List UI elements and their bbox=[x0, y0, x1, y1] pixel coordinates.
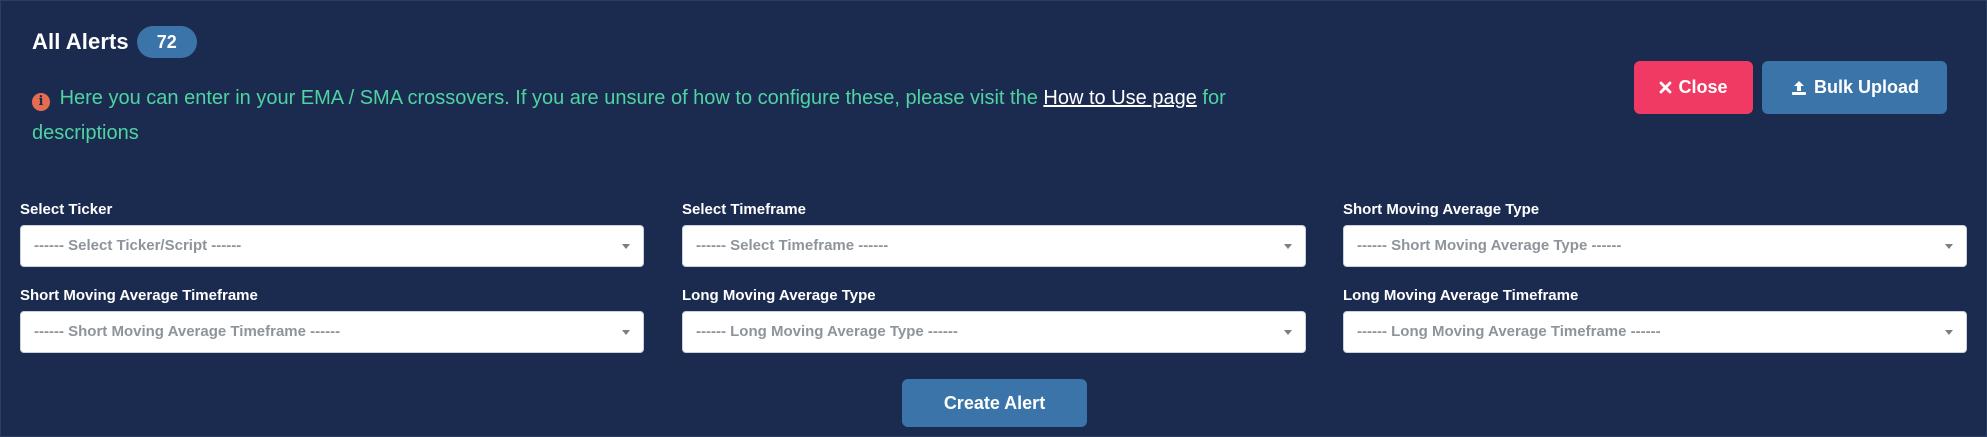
select-timeframe-placeholder: ------ Select Timeframe ------ bbox=[696, 237, 889, 254]
long-ma-timeframe-dropdown[interactable]: ------ Long Moving Average Timeframe ---… bbox=[1343, 311, 1967, 353]
short-ma-type-dropdown[interactable]: ------ Short Moving Average Type ------ bbox=[1343, 225, 1967, 267]
long-ma-type-field: Long Moving Average Type ------ Long Mov… bbox=[682, 287, 1306, 353]
short-ma-timeframe-placeholder: ------ Short Moving Average Timeframe --… bbox=[34, 323, 341, 340]
long-ma-timeframe-label: Long Moving Average Timeframe bbox=[1343, 287, 1579, 304]
header-row: All Alerts 72 bbox=[32, 26, 197, 58]
short-ma-type-label: Short Moving Average Type bbox=[1343, 201, 1540, 218]
long-ma-type-placeholder: ------ Long Moving Average Type ------ bbox=[696, 323, 958, 340]
bulk-upload-label: Bulk Upload bbox=[1813, 77, 1919, 97]
chevron-down-icon bbox=[622, 244, 630, 249]
close-x-icon bbox=[1659, 81, 1672, 94]
bulk-upload-button[interactable]: Bulk Upload bbox=[1762, 61, 1947, 114]
chevron-down-icon bbox=[1284, 244, 1292, 249]
close-button[interactable]: Close bbox=[1634, 61, 1753, 114]
page-title: All Alerts bbox=[32, 29, 129, 54]
info-circle-icon: i bbox=[32, 93, 50, 111]
short-ma-type-field: Short Moving Average Type ------ Short M… bbox=[1343, 201, 1967, 267]
select-ticker-label: Select Ticker bbox=[20, 201, 113, 218]
select-ticker-placeholder: ------ Select Ticker/Script ------ bbox=[34, 237, 242, 254]
chevron-down-icon bbox=[1284, 330, 1292, 335]
chevron-down-icon bbox=[1945, 244, 1953, 249]
select-ticker-dropdown[interactable]: ------ Select Ticker/Script ------ bbox=[20, 225, 644, 267]
long-ma-type-dropdown[interactable]: ------ Long Moving Average Type ------ bbox=[682, 311, 1306, 353]
upload-icon bbox=[1790, 79, 1808, 97]
chevron-down-icon bbox=[622, 330, 630, 335]
info-text-before: Here you can enter in your EMA / SMA cro… bbox=[59, 87, 1038, 109]
short-ma-type-placeholder: ------ Short Moving Average Type ------ bbox=[1357, 237, 1622, 254]
create-alert-button[interactable]: Create Alert bbox=[902, 379, 1087, 427]
long-ma-timeframe-field: Long Moving Average Timeframe ------ Lon… bbox=[1343, 287, 1967, 353]
alerts-count-badge: 72 bbox=[136, 26, 197, 58]
info-message: i Here you can enter in your EMA / SMA c… bbox=[32, 81, 1282, 151]
select-timeframe-field: Select Timeframe ------ Select Timeframe… bbox=[682, 201, 1306, 267]
select-ticker-field: Select Ticker ------ Select Ticker/Scrip… bbox=[20, 201, 644, 267]
chevron-down-icon bbox=[1945, 330, 1953, 335]
how-to-use-link[interactable]: How to Use page bbox=[1043, 87, 1196, 109]
short-ma-timeframe-label: Short Moving Average Timeframe bbox=[20, 287, 258, 304]
short-ma-timeframe-dropdown[interactable]: ------ Short Moving Average Timeframe --… bbox=[20, 311, 644, 353]
close-button-label: Close bbox=[1678, 77, 1728, 97]
select-timeframe-label: Select Timeframe bbox=[682, 201, 806, 218]
alerts-panel: All Alerts 72 i Here you can enter in yo… bbox=[0, 0, 1987, 437]
select-timeframe-dropdown[interactable]: ------ Select Timeframe ------ bbox=[682, 225, 1306, 267]
long-ma-timeframe-placeholder: ------ Long Moving Average Timeframe ---… bbox=[1357, 323, 1661, 340]
short-ma-timeframe-field: Short Moving Average Timeframe ------ Sh… bbox=[20, 287, 644, 353]
long-ma-type-label: Long Moving Average Type bbox=[682, 287, 876, 304]
